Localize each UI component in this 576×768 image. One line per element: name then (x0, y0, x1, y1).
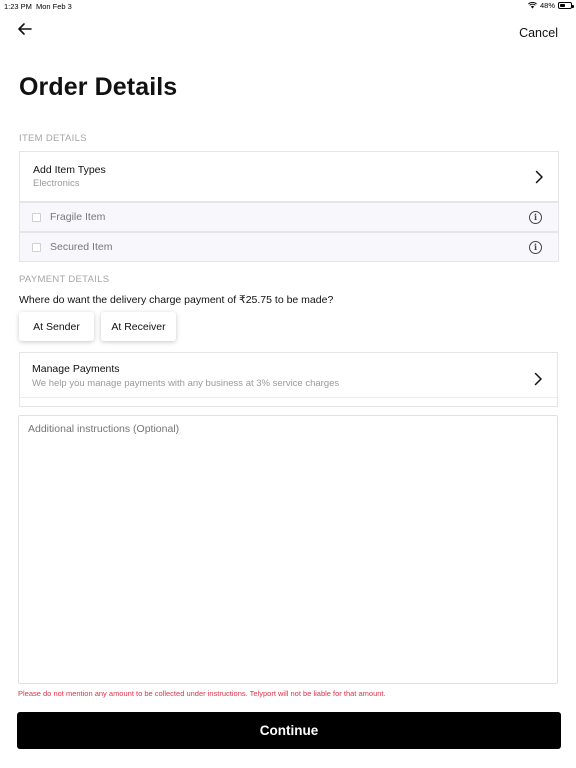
status-date: Mon Feb 3 (36, 2, 72, 11)
cancel-button[interactable]: Cancel (519, 26, 558, 40)
status-right: 48% (528, 1, 574, 10)
battery-icon (558, 2, 574, 9)
add-item-types-row[interactable]: Add Item Types Electronics (19, 151, 559, 202)
chevron-right-icon (534, 372, 542, 386)
chevron-right-icon (535, 170, 543, 184)
battery-fill (560, 4, 565, 7)
info-icon[interactable]: i (529, 211, 542, 224)
fragile-item-checkbox[interactable] (32, 213, 41, 222)
secured-item-checkbox[interactable] (32, 243, 41, 252)
item-details-label: ITEM DETAILS (19, 133, 87, 144)
status-time: 1:23 PM (4, 2, 32, 11)
continue-button[interactable]: Continue (17, 712, 561, 749)
row-divider (20, 397, 557, 398)
back-button[interactable] (16, 20, 34, 38)
fragile-item-label: Fragile Item (50, 211, 106, 223)
add-item-types-title: Add Item Types (33, 164, 106, 176)
fragile-item-row[interactable]: Fragile Item i (19, 202, 559, 232)
payment-question: Where do want the delivery charge paymen… (19, 294, 334, 306)
arrow-left-icon (18, 23, 32, 35)
manage-payments-subtitle: We help you manage payments with any bus… (32, 378, 340, 389)
info-icon[interactable]: i (529, 241, 542, 254)
add-item-types-subtitle: Electronics (33, 178, 80, 189)
wifi-icon (528, 2, 537, 9)
secured-item-row[interactable]: Secured Item i (19, 232, 559, 262)
instructions-textarea[interactable] (18, 415, 558, 684)
status-bar: 1:23 PM Mon Feb 3 48% (0, 0, 576, 12)
secured-item-label: Secured Item (50, 241, 113, 253)
battery-percent: 48% (539, 1, 555, 10)
payment-details-label: PAYMENT DETAILS (19, 274, 110, 285)
at-sender-button[interactable]: At Sender (19, 312, 94, 341)
at-receiver-button[interactable]: At Receiver (101, 312, 176, 341)
manage-payments-title: Manage Payments (32, 363, 120, 375)
page-title: Order Details (19, 73, 178, 101)
instructions-warning: Please do not mention any amount to be c… (18, 689, 386, 698)
manage-payments-row[interactable]: Manage Payments We help you manage payme… (19, 352, 558, 407)
